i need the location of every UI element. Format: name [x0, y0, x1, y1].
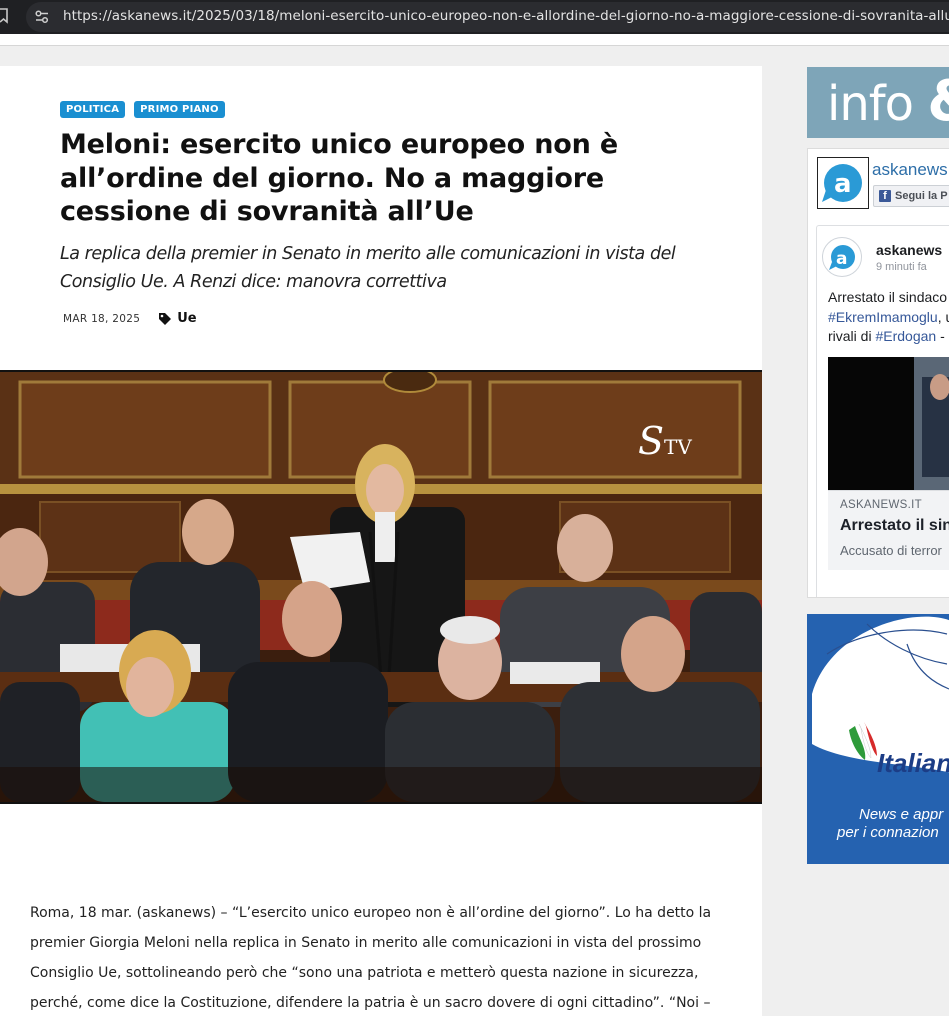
svg-text:S: S: [638, 419, 664, 463]
url-text[interactable]: https://askanews.it/2025/03/18/meloni-es…: [63, 8, 949, 24]
url-field[interactable]: https://askanews.it/2025/03/18/meloni-es…: [26, 2, 949, 32]
fb-post-line: Arrestato il sindaco: [828, 289, 948, 305]
fb-post-fragment: -: [936, 328, 945, 344]
fb-post-image[interactable]: [828, 357, 949, 490]
article-body: Roma, 18 mar. (askanews) – “L’esercito u…: [30, 898, 730, 1016]
italian-ad-banner[interactable]: Italian News e appr per i connazion: [807, 614, 949, 864]
fb-follow-button[interactable]: f Segui la P: [873, 185, 949, 207]
banner-ampersand: &: [927, 69, 949, 134]
fb-post-text: Arrestato il sindaco #EkremImamoglu, u r…: [828, 288, 949, 347]
askanews-logo[interactable]: a: [817, 157, 869, 209]
ad-tagline-line1: News e appr: [859, 806, 944, 823]
fb-page-name[interactable]: askanews: [872, 160, 948, 180]
ad-brand-text: Italian: [877, 748, 949, 778]
watermark-tv: TV: [664, 435, 692, 459]
svg-text:a: a: [836, 249, 847, 269]
svg-text:a: a: [834, 169, 852, 199]
fb-post-fragment: , u: [937, 308, 949, 325]
fb-link-domain: ASKANEWS.IT: [840, 499, 922, 511]
article-tags: POLITICA PRIMO PIANO: [60, 101, 225, 118]
tag-politica[interactable]: POLITICA: [60, 101, 126, 118]
article-body-line: Consiglio Ue, sottolineando però che “so…: [30, 965, 699, 981]
article-body-line: Roma, 18 mar. (askanews) – “L’esercito u…: [30, 905, 712, 921]
article-category-link[interactable]: Ue: [177, 311, 196, 326]
browser-address-bar: https://askanews.it/2025/03/18/meloni-es…: [0, 0, 949, 34]
article-date: MAR 18, 2025: [63, 312, 141, 325]
facebook-widget: a askanews f Segui la P a askanews 9 min…: [807, 148, 949, 598]
article-meta: MAR 18, 2025 Ue: [63, 311, 197, 326]
fb-link-title[interactable]: Arrestato il sin: [840, 517, 949, 535]
facebook-icon: f: [879, 190, 891, 202]
article-headline: Meloni: esercito unico europeo non è all…: [60, 129, 618, 227]
fb-hashtag-link[interactable]: #Erdogan: [875, 328, 936, 344]
fb-link-preview[interactable]: ASKANEWS.IT Arrestato il sin Accusato di…: [828, 490, 949, 570]
info-banner[interactable]: info &: [807, 67, 949, 138]
fb-post-fragment: rivali di: [828, 328, 876, 344]
bookmark-icon[interactable]: [0, 8, 10, 24]
article-body-line: perché, come dice la Costituzione, difen…: [30, 995, 711, 1011]
tag-primo-piano[interactable]: PRIMO PIANO: [134, 101, 225, 118]
fb-post-time[interactable]: 9 minuti fa: [876, 261, 927, 273]
article-body-line: premier Giorgia Meloni nella replica in …: [30, 935, 702, 951]
site-info-icon[interactable]: [34, 9, 50, 25]
article-card: POLITICA PRIMO PIANO Meloni: esercito un…: [0, 66, 762, 1016]
banner-text: info: [827, 76, 914, 132]
fb-follow-label: Segui la P: [895, 190, 948, 202]
fb-link-description: Accusato di terror: [840, 543, 942, 558]
ad-tagline-line2: per i connazion: [837, 824, 939, 841]
article-photo: S TV: [0, 370, 762, 804]
fb-post-avatar[interactable]: a: [822, 237, 862, 277]
tag-icon: [159, 312, 172, 325]
browser-toolbar-divider: [0, 34, 949, 46]
article-subtitle: La replica della premier in Senato in me…: [60, 244, 676, 292]
fb-hashtag-link[interactable]: #EkremImamoglu: [828, 309, 938, 325]
fb-post-author[interactable]: askanews: [876, 242, 942, 258]
